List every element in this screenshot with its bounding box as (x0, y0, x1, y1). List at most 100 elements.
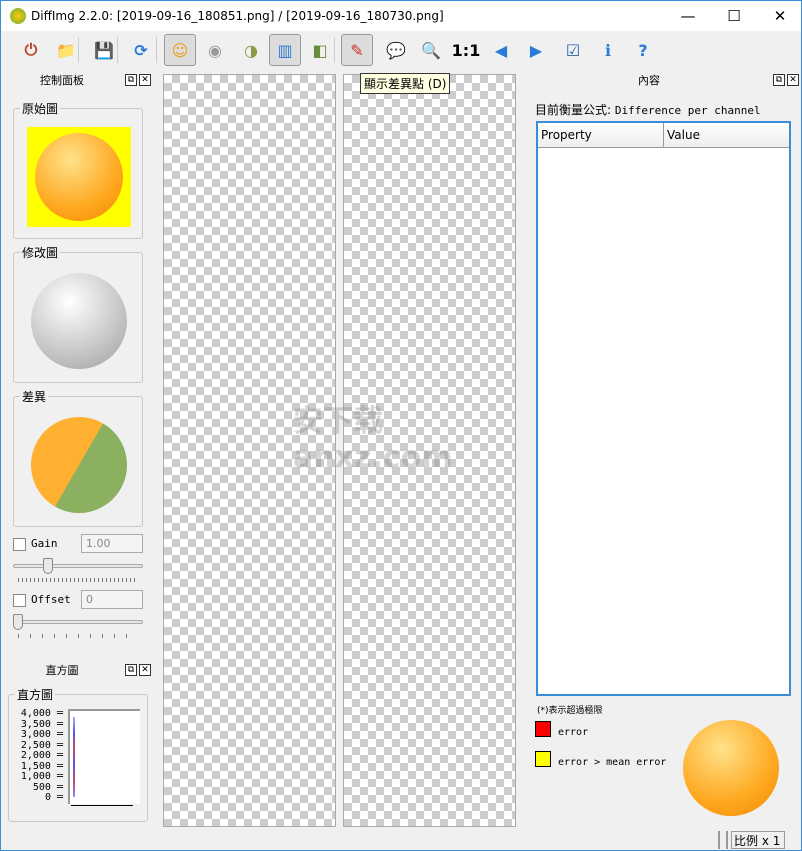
checklist-button[interactable]: ☑ (557, 34, 589, 66)
offset-spinbox[interactable]: 0 (81, 590, 143, 609)
histogram-x-axis (71, 805, 133, 806)
offset-slider-thumb[interactable] (13, 614, 23, 630)
save-icon: 💾 (94, 40, 114, 60)
dual-panel-icon: ▥ (277, 40, 293, 60)
float-button[interactable]: ⧉ (125, 74, 137, 86)
histogram-y-tick: 500 ═ (32, 781, 63, 793)
app-icon (10, 8, 26, 24)
histogram-panel-title: 直方圖 (45, 664, 79, 677)
status-grip (718, 831, 728, 849)
histogram-close-button[interactable]: ✕ (139, 664, 151, 676)
histogram-y-axis: 4,000 ═ 3,500 ═ 3,000 ═ 2,500 ═ 2,000 ═ 1,500… (13, 709, 63, 805)
original-image-icon: ☺ (171, 40, 189, 60)
difference-image-button[interactable]: ◑ (235, 34, 267, 66)
offset-ticks (18, 634, 138, 638)
refresh-button[interactable]: ⟳ (125, 34, 157, 66)
gain-spinbox[interactable]: 1.00 (81, 534, 143, 553)
modified-thumbnail[interactable] (31, 273, 127, 369)
comment-button[interactable]: 💬 (380, 34, 412, 66)
split-view-icon: ◧ (312, 40, 328, 60)
histogram-y-tick: 4,000 ═ (20, 708, 63, 719)
histogram-y-tick: 3,000 ═ (20, 729, 63, 740)
error-legend-label: error (558, 727, 589, 738)
column-property[interactable]: Property (538, 123, 664, 147)
offset-label: Offset (31, 593, 71, 606)
zoom-1to1-icon: 1:1 (451, 40, 481, 60)
modified-image-button[interactable]: ◉ (199, 34, 231, 66)
histogram-bars (73, 717, 75, 797)
difference-image-icon: ◑ (244, 40, 258, 60)
toolbar-separator (117, 37, 118, 63)
window-title: DiffImg 2.2.0: [2019-09-16_180851.png] /… (31, 9, 444, 23)
histogram-y-tick: 1,000 ═ (20, 771, 63, 782)
zoom-fit-icon: 🔍 (421, 40, 441, 60)
maximize-button[interactable]: ☐ (711, 1, 757, 31)
next-icon: ▶ (529, 40, 543, 60)
zoom-fit-button[interactable]: 🔍 (415, 34, 447, 66)
original-thumbnail[interactable] (27, 127, 131, 227)
histogram-float-button[interactable]: ⧉ (125, 664, 137, 676)
histogram-y-tick: 0 ═ (44, 792, 63, 803)
content-close-button[interactable]: ✕ (787, 74, 799, 86)
minimize-button[interactable]: — (665, 1, 711, 31)
modified-label: 修改圖 (20, 244, 61, 261)
checklist-icon: ☑ (565, 40, 581, 60)
next-button[interactable]: ▶ (520, 34, 552, 66)
original-image-group: 原始圖 (13, 100, 143, 239)
histogram-y-tick: 2,500 ═ (20, 739, 63, 751)
help-icon: ? (638, 40, 648, 60)
save-button[interactable]: 💾 (88, 34, 120, 66)
diff-thumbnail[interactable] (31, 417, 127, 513)
close-button[interactable]: ✕ (757, 1, 802, 31)
original-image-button[interactable]: ☺ (164, 34, 196, 66)
metric-label-text: 目前衡量公式: (535, 103, 612, 117)
help-button[interactable]: ? (627, 34, 659, 66)
tooltip: 顯示差異點 (D) (360, 73, 451, 94)
refresh-icon: ⟳ (134, 40, 148, 60)
mean-error-swatch (535, 751, 551, 767)
content-float-button[interactable]: ⧉ (773, 74, 785, 86)
previous-icon: ◀ (494, 40, 508, 60)
modified-image-group: 修改圖 (13, 244, 143, 383)
gain-label: Gain (31, 537, 58, 550)
histogram-y-tick: 2,000 ═ (20, 750, 63, 761)
metric-label: 目前衡量公式: Difference per channel (535, 101, 761, 118)
content-panel-title: 內容 (638, 74, 660, 87)
offset-checkbox[interactable] (13, 594, 26, 607)
split-view-button[interactable]: ◧ (304, 34, 336, 66)
legend-note: (*)表示超過極限 (537, 706, 603, 716)
gain-slider[interactable] (13, 564, 143, 568)
toolbar-separator (334, 37, 335, 63)
property-table[interactable]: Property Value (536, 121, 791, 696)
title-bar: DiffImg 2.2.0: [2019-09-16_180851.png] /… (1, 1, 801, 31)
original-label: 原始圖 (20, 100, 61, 117)
show-diff-points-icon: ✎ (350, 40, 364, 60)
histogram-y-tick: 1,500 ═ (20, 760, 63, 772)
power-button[interactable]: ⏻ (15, 34, 47, 66)
gain-slider-thumb[interactable] (43, 558, 53, 574)
histogram-label: 直方圖 (15, 686, 56, 703)
info-button[interactable]: ℹ (592, 34, 624, 66)
error-swatch (535, 721, 551, 737)
zoom-ratio: 比例 x 1 (731, 831, 785, 849)
gain-ticks (18, 578, 138, 582)
modified-image-icon: ◉ (208, 40, 222, 60)
folder-open-icon: 📁 (56, 40, 76, 60)
dual-panel-button[interactable]: ▥ (269, 34, 301, 66)
power-icon: ⏻ (24, 40, 38, 59)
comment-icon: 💬 (386, 40, 406, 60)
offset-slider[interactable] (13, 620, 143, 624)
gain-checkbox[interactable] (13, 538, 26, 551)
wink-smiley-logo (683, 720, 779, 816)
previous-button[interactable]: ◀ (485, 34, 517, 66)
watermark: 安下载 anxz.com (293, 404, 453, 475)
show-diff-points-button[interactable]: ✎ (341, 34, 373, 66)
histogram-group: 直方圖 4,000 ═ 3,500 ═ 3,000 ═ 2,500 ═ 2,000 ═ 1… (8, 686, 148, 822)
control-panel-title: 控制面板 (40, 74, 84, 87)
diff-label: 差異 (20, 388, 49, 405)
toolbar-separator (78, 37, 79, 63)
histogram-plot (68, 709, 140, 804)
panel-close-button[interactable]: ✕ (139, 74, 151, 86)
zoom-1to1-button[interactable]: 1:1 (450, 34, 482, 66)
column-value[interactable]: Value (664, 123, 789, 147)
